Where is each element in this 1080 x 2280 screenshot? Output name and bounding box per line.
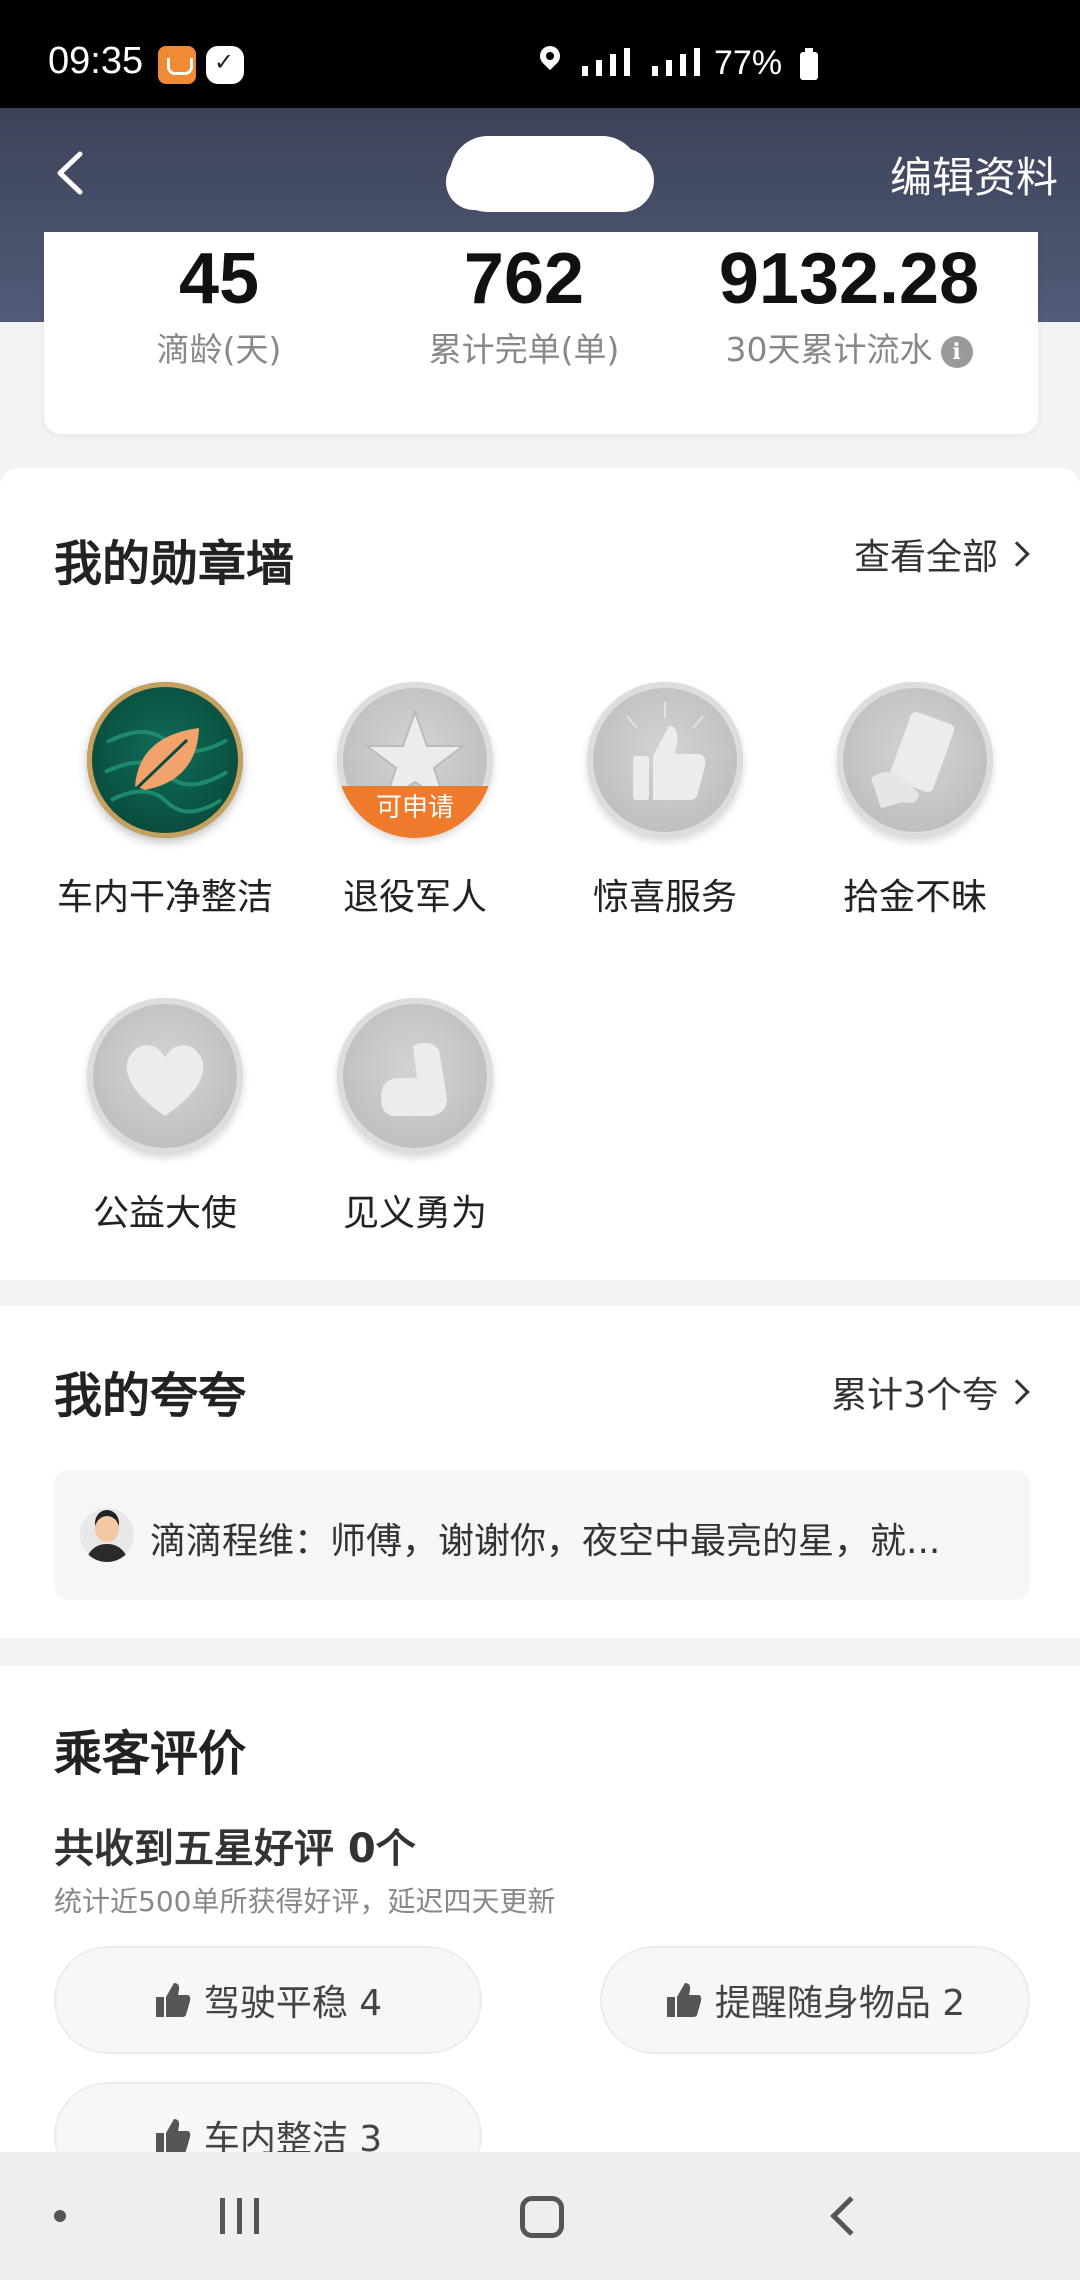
status-time: 09:35	[48, 40, 144, 82]
praise-count-label: 累计3个夸	[831, 1375, 998, 1416]
praise-count-link[interactable]: 累计3个夸	[831, 1366, 1030, 1418]
view-all-medals-link[interactable]: 查看全部	[853, 528, 1030, 580]
battery-percent: 77%	[714, 44, 783, 82]
stat-orders: 762 累计完单(单)	[364, 239, 684, 371]
thumbs-up-icon	[155, 2119, 191, 2153]
medal-label: 退役军人	[342, 877, 487, 918]
stat-revenue: 9132.28 30天累计流水 i	[684, 239, 1014, 371]
chevron-left-icon	[57, 151, 83, 195]
medal-veteran[interactable]: 可申请 退役军人	[295, 682, 535, 920]
passenger-review-section: 乘客评价 共收到五星好评 0个 统计近500单所获得好评，延迟四天更新 驾驶平稳…	[0, 1666, 1080, 2190]
recent-apps-button[interactable]	[220, 2198, 259, 2234]
nav-dot-icon[interactable]	[54, 2210, 66, 2222]
five-star-summary: 共收到五星好评 0个	[54, 1826, 416, 1872]
system-back-button[interactable]	[830, 2196, 870, 2236]
praise-message: 滴滴程维：师傅，谢谢你，夜空中最亮的星，就...	[150, 1521, 941, 1562]
medal-label: 惊喜服务	[592, 877, 737, 918]
heart-medal-icon	[87, 998, 243, 1154]
status-bar: 09:35 77%	[0, 0, 1080, 108]
medal-label: 见义勇为	[342, 1193, 487, 1234]
avatar	[80, 1508, 134, 1562]
location-icon	[538, 46, 562, 76]
thumbs-up-medal-icon	[587, 682, 743, 838]
medal-label: 拾金不昧	[842, 877, 987, 918]
apply-badge: 可申请	[337, 786, 493, 838]
chevron-right-icon	[1004, 1379, 1030, 1405]
medal-charity[interactable]: 公益大使	[45, 998, 285, 1236]
review-tag-label: 驾驶平稳 4	[203, 1983, 383, 2024]
wallet-medal-icon	[837, 682, 993, 838]
stat-value: 9132.28	[718, 239, 980, 319]
stat-days: 45 滴龄(天)	[84, 239, 354, 371]
notification-app-icon	[158, 46, 196, 84]
signal-icon	[582, 48, 700, 76]
info-icon[interactable]: i	[940, 335, 973, 368]
chevron-right-icon	[1004, 541, 1030, 567]
medal-wall-section: 我的勋章墙 查看全部 车内干净整洁 可申请 退役军人 惊喜服务 拾金不昧 公益大…	[0, 468, 1080, 1280]
medal-bravery[interactable]: 见义勇为	[295, 998, 535, 1236]
praise-item[interactable]: 滴滴程维：师傅，谢谢你，夜空中最亮的星，就...	[54, 1470, 1030, 1600]
section-title: 我的夸夸	[54, 1368, 247, 1424]
leaf-medal-icon	[87, 682, 243, 838]
redacted-name	[450, 136, 640, 212]
medal-clean-car[interactable]: 车内干净整洁	[45, 682, 285, 920]
praise-section: 我的夸夸 累计3个夸 滴滴程维：师傅，谢谢你，夜空中最亮的星，就...	[0, 1306, 1080, 1638]
review-tag[interactable]: 驾驶平稳 4	[54, 1946, 482, 2054]
section-title: 乘客评价	[54, 1726, 247, 1782]
thumbs-up-icon	[155, 1983, 191, 2017]
battery-icon	[800, 48, 818, 80]
review-tag[interactable]: 提醒随身物品 2	[600, 1946, 1030, 2054]
stat-label: 30天累计流水 i	[684, 323, 1014, 371]
thumbs-up-icon	[666, 1983, 702, 2017]
stats-card: 45 滴龄(天) 762 累计完单(单) 9132.28 30天累计流水 i	[44, 232, 1038, 434]
medal-label: 车内干净整洁	[56, 877, 273, 918]
notification-check-icon	[206, 46, 244, 84]
home-button[interactable]	[520, 2196, 564, 2238]
review-note: 统计近500单所获得好评，延迟四天更新	[54, 1885, 556, 1918]
view-all-label: 查看全部	[853, 537, 998, 578]
medal-label: 公益大使	[92, 1193, 237, 1234]
system-nav-bar	[0, 2152, 1080, 2280]
stat-value: 45	[178, 239, 260, 319]
arm-medal-icon	[337, 998, 493, 1154]
stat-label-text: 30天累计流水	[725, 330, 933, 370]
stat-label: 累计完单(单)	[428, 330, 620, 370]
stat-label: 滴龄(天)	[156, 330, 282, 370]
medal-honesty[interactable]: 拾金不昧	[795, 682, 1035, 920]
star-medal-icon: 可申请	[337, 682, 493, 838]
back-button[interactable]	[50, 148, 100, 208]
review-tag-label: 提醒随身物品 2	[714, 1983, 966, 2024]
medal-surprise-service[interactable]: 惊喜服务	[545, 682, 785, 920]
stat-value: 762	[463, 239, 585, 319]
edit-profile-button[interactable]: 编辑资料	[890, 144, 1058, 205]
section-title: 我的勋章墙	[54, 536, 295, 592]
